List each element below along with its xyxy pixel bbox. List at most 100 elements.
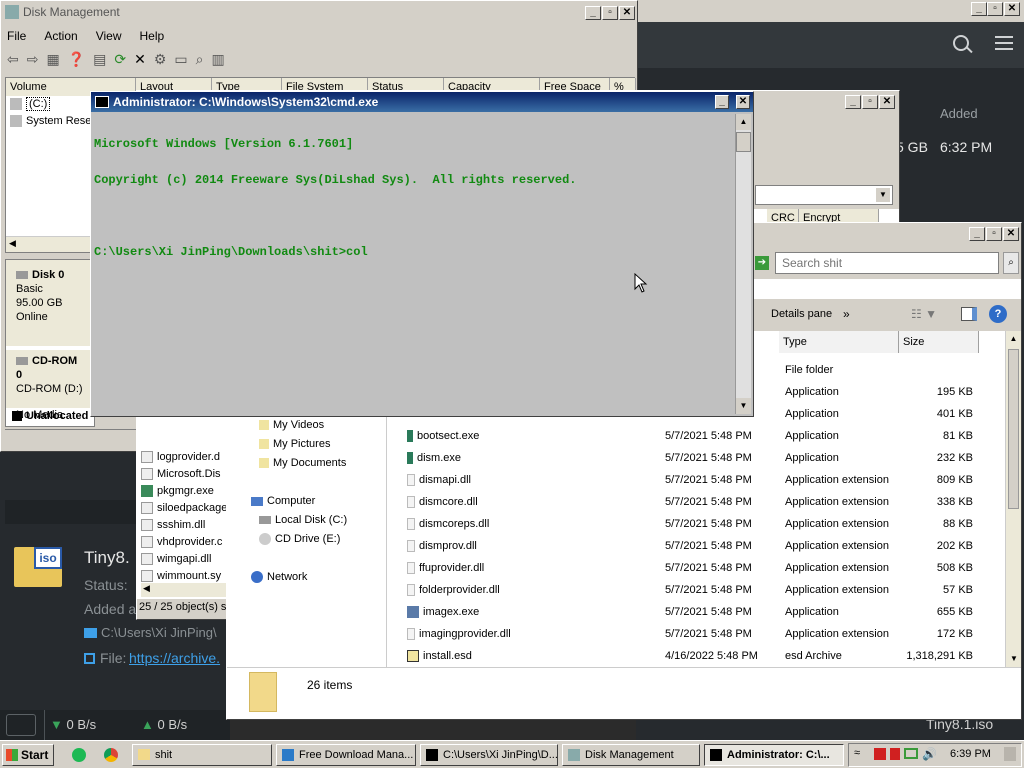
- more-commands-button[interactable]: »: [843, 307, 850, 321]
- list-item[interactable]: vhdprovider.c: [141, 534, 227, 551]
- dm-maximize-button[interactable]: ▫: [602, 6, 618, 20]
- refresh-arrow-icon[interactable]: ➔: [755, 256, 769, 270]
- preview-pane-icon[interactable]: [961, 307, 977, 321]
- column-added[interactable]: Added: [940, 106, 978, 121]
- menu-view[interactable]: View: [96, 29, 122, 43]
- forward-icon[interactable]: ⇨: [27, 51, 39, 68]
- cdrom-panel[interactable]: CD-ROM 0 CD-ROM (D:) No Media: [6, 350, 94, 421]
- show-desktop-button[interactable]: [1004, 747, 1016, 761]
- archive-path-dropdown[interactable]: ▼: [755, 185, 893, 205]
- taskbar-item-explorer[interactable]: shit: [132, 744, 272, 766]
- scroll-left-icon[interactable]: ◀: [9, 238, 16, 248]
- view-options-icon[interactable]: ☷ ▼: [911, 307, 937, 321]
- export-icon[interactable]: ▥: [211, 51, 224, 68]
- scroll-down-icon[interactable]: ▼: [736, 398, 751, 414]
- tray-network-icon[interactable]: [904, 748, 918, 759]
- list-item[interactable]: siloedpackage: [141, 500, 227, 517]
- scroll-thumb[interactable]: [736, 132, 751, 152]
- disk0-panel[interactable]: Disk 0 Basic 95.00 GB Online: [6, 260, 94, 346]
- table-row[interactable]: install.esd 4/16/2022 5:48 PM esd Archive 1…: [389, 645, 1003, 667]
- cmd-close-button[interactable]: ✕: [736, 95, 750, 109]
- scroll-up-icon[interactable]: ▲: [1006, 331, 1021, 347]
- refresh-icon[interactable]: ⟳: [114, 51, 126, 68]
- open-folder-icon[interactable]: ▭: [174, 51, 187, 68]
- list-item[interactable]: ssshim.dll: [141, 517, 227, 534]
- col-size[interactable]: Size: [899, 331, 979, 353]
- quicklaunch-spotify-icon[interactable]: [72, 748, 86, 762]
- table-row[interactable]: dismcore.dll 5/7/2021 5:48 PM Application …: [389, 491, 1003, 513]
- table-row[interactable]: dism.exe 5/7/2021 5:48 PM Application 232 K…: [389, 447, 1003, 469]
- table-row[interactable]: dismprov.dll 5/7/2021 5:48 PM Application …: [389, 535, 1003, 557]
- scroll-thumb[interactable]: [1008, 349, 1019, 509]
- quicklaunch-chrome-icon[interactable]: [104, 748, 118, 762]
- console-tree-icon[interactable]: ▦: [46, 51, 59, 68]
- scroll-up-icon[interactable]: ▲: [736, 114, 751, 130]
- tray-volume-icon[interactable]: 🔊: [922, 747, 937, 761]
- tray-security-icon[interactable]: [890, 748, 900, 760]
- nav-local-disk[interactable]: Local Disk (C:): [259, 514, 347, 526]
- tray-clock[interactable]: 6:39 PM: [950, 748, 991, 760]
- list-item[interactable]: logprovider.d: [141, 449, 227, 466]
- delete-icon[interactable]: ✕: [134, 51, 146, 68]
- scroll-down-icon[interactable]: ▼: [1006, 651, 1021, 667]
- menu-file[interactable]: File: [7, 29, 26, 43]
- help-icon[interactable]: ?: [989, 305, 1007, 323]
- settings-icon[interactable]: ⚙: [154, 51, 167, 68]
- nav-computer[interactable]: Computer: [251, 495, 315, 507]
- table-row[interactable]: ffuprovider.dll 5/7/2021 5:48 PM Applicati…: [389, 557, 1003, 579]
- table-row[interactable]: dismapi.dll 5/7/2021 5:48 PM Application e…: [389, 469, 1003, 491]
- download-title[interactable]: Tiny8.: [84, 548, 130, 568]
- explorer-minimize-button[interactable]: _: [969, 227, 985, 241]
- list-item[interactable]: pkgmgr.exe: [141, 483, 227, 500]
- dropdown-arrow-icon[interactable]: ▼: [876, 188, 890, 202]
- details-pane-button[interactable]: Details pane: [771, 308, 832, 320]
- table-row[interactable]: folderprovider.dll 5/7/2021 5:48 PM Applic…: [389, 579, 1003, 601]
- nav-my-pictures[interactable]: My Pictures: [259, 438, 330, 450]
- nav-my-videos[interactable]: My Videos: [259, 419, 324, 431]
- list-item[interactable]: wimgapi.dll: [141, 551, 227, 568]
- horizontal-scrollbar[interactable]: ◀: [6, 236, 94, 252]
- taskbar-item-disk-management[interactable]: Disk Management: [562, 744, 700, 766]
- volume-row-c[interactable]: (C:): [10, 97, 51, 111]
- cmd-console[interactable]: Microsoft Windows [Version 6.1.7601] Cop…: [93, 114, 735, 414]
- taskbar-item-7zip[interactable]: C:\Users\Xi JinPing\D...: [420, 744, 558, 766]
- list-item[interactable]: Microsoft.Dis: [141, 466, 227, 483]
- archive-maximize-button[interactable]: ▫: [862, 95, 878, 109]
- taskbar-item-fdm[interactable]: Free Download Mana...: [276, 744, 416, 766]
- tray-flag-icon[interactable]: [874, 748, 886, 760]
- properties-icon[interactable]: ▤: [93, 51, 106, 68]
- table-row[interactable]: imagex.exe 5/7/2021 5:48 PM Application 655…: [389, 601, 1003, 623]
- search-input[interactable]: [775, 252, 999, 274]
- download-file-link[interactable]: https://archive.: [129, 650, 220, 666]
- start-button[interactable]: Start: [2, 744, 54, 766]
- dm-close-button[interactable]: ✕: [619, 6, 635, 20]
- menu-help[interactable]: Help: [140, 29, 165, 43]
- taskbar-item-cmd[interactable]: Administrator: C:\...: [704, 744, 844, 766]
- nav-cd-drive[interactable]: CD Drive (E:): [259, 533, 340, 546]
- download-path[interactable]: C:\Users\Xi JinPing\: [101, 625, 217, 640]
- search-icon[interactable]: ⌕: [1003, 252, 1019, 274]
- explorer-close-button[interactable]: ✕: [1003, 227, 1019, 241]
- fdm-maximize-button[interactable]: ▫: [987, 2, 1003, 16]
- table-row[interactable]: dismcoreps.dll 5/7/2021 5:48 PM Applicatio…: [389, 513, 1003, 535]
- nav-my-documents[interactable]: My Documents: [259, 457, 346, 469]
- fdm-minimize-button[interactable]: _: [971, 2, 987, 16]
- explorer-maximize-button[interactable]: ▫: [986, 227, 1002, 241]
- col-type[interactable]: Type: [779, 331, 899, 353]
- vertical-scrollbar[interactable]: ▲ ▼: [1005, 331, 1021, 667]
- menu-action[interactable]: Action: [44, 29, 77, 43]
- back-icon[interactable]: ⇦: [7, 51, 19, 68]
- archive-close-button[interactable]: ✕: [879, 95, 895, 109]
- fdm-close-button[interactable]: ✕: [1004, 2, 1020, 16]
- volume-row-system[interactable]: System Rese: [10, 115, 91, 128]
- cmd-scrollbar[interactable]: ▲ ▼: [735, 114, 751, 414]
- tray-expand-icon[interactable]: ≈: [854, 747, 860, 759]
- archive-minimize-button[interactable]: _: [845, 95, 861, 109]
- table-row[interactable]: imagingprovider.dll 5/7/2021 5:48 PM Appli…: [389, 623, 1003, 645]
- dm-minimize-button[interactable]: _: [585, 6, 601, 20]
- disk-management-titlebar[interactable]: Disk Management: [1, 1, 637, 23]
- help-icon[interactable]: ❓: [68, 51, 85, 68]
- cmd-titlebar[interactable]: Administrator: C:\Windows\System32\cmd.e…: [91, 92, 753, 112]
- nav-network[interactable]: Network: [251, 571, 307, 584]
- search-disk-icon[interactable]: ⌕: [196, 51, 204, 68]
